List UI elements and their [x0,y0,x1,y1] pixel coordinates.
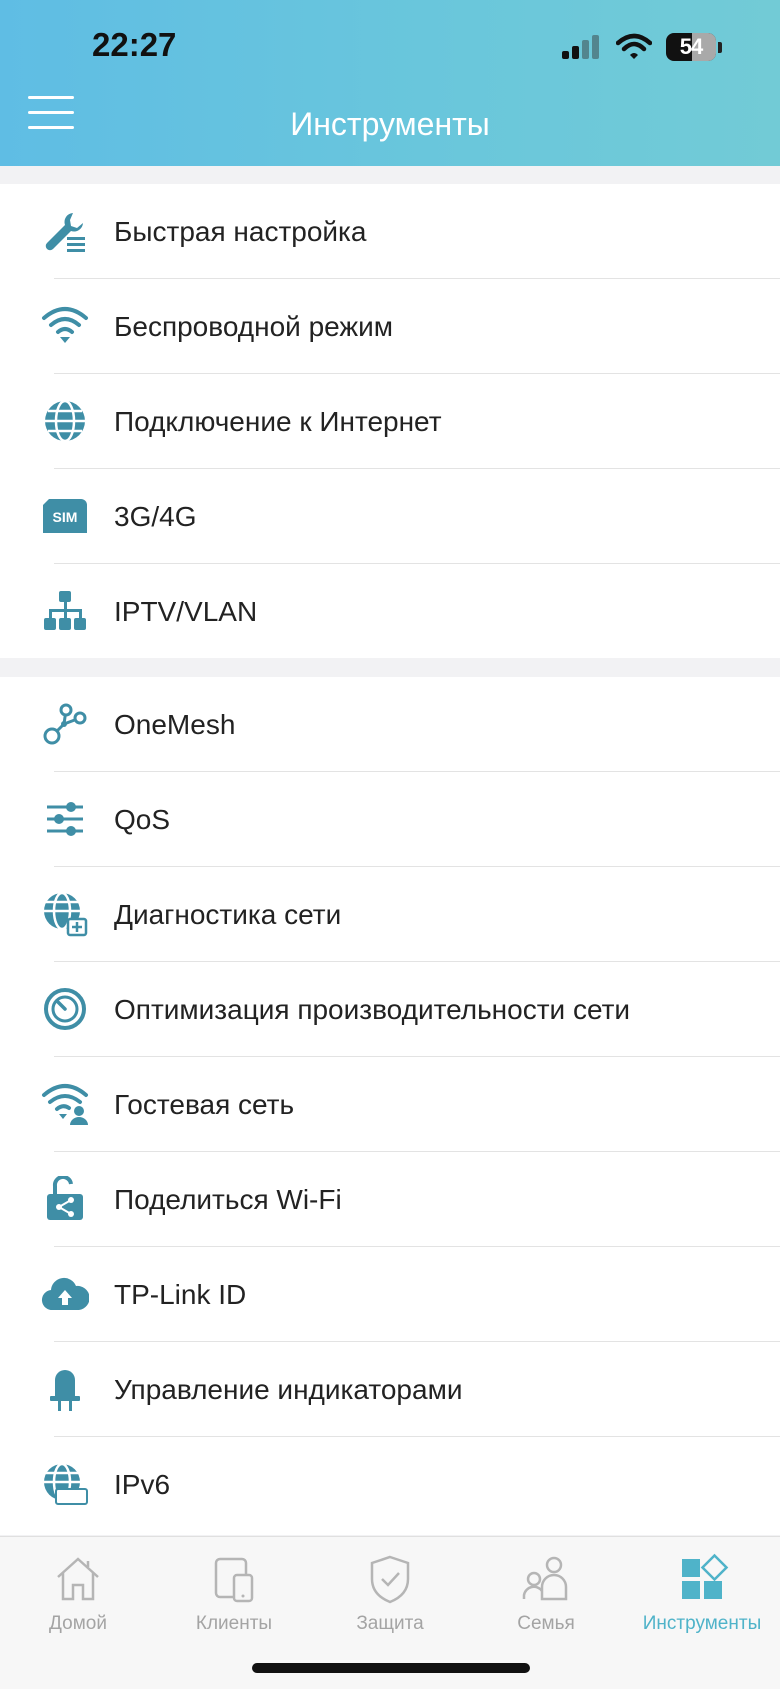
menu-item-diagnostics[interactable]: Диагностика сети [0,867,780,962]
menu-item-led-control[interactable]: Управление индикаторами [0,1342,780,1437]
menu-item-label: Подключение к Интернет [114,405,442,437]
wifi-icon [40,301,90,351]
wrench-settings-icon [40,206,90,256]
cellular-signal-icon [562,35,599,59]
sliders-icon [40,794,90,844]
network-tree-icon [40,586,90,636]
guest-wifi-icon [40,1079,90,1129]
tab-label: Семья [517,1613,575,1634]
status-time: 22:27 [92,26,177,63]
menu-item-onemesh[interactable]: OneMesh [0,677,780,772]
app-header: 22:27 54 Инструменты [0,0,780,166]
menu-item-share-wifi[interactable]: Поделиться Wi-Fi [0,1152,780,1247]
battery-icon: 54 [666,33,716,61]
settings-group-advanced: OneMesh QoS Диагностика сети Оптимизация… [0,677,780,1535]
sim-card-icon: SIM [40,491,90,541]
menu-item-label: Управление индикаторами [114,1373,463,1405]
menu-item-label: IPTV/VLAN [114,595,258,627]
tab-tools[interactable]: Инструменты [624,1551,780,1635]
menu-item-label: 3G/4G [114,500,197,532]
battery-level: 54 [679,34,704,59]
tab-home[interactable]: Домой [0,1551,156,1635]
devices-icon [214,1557,254,1603]
menu-item-label: Гостевая сеть [114,1088,295,1120]
globe-icon [40,396,90,446]
led-icon [40,1364,90,1414]
menu-item-label: TP-Link ID [114,1278,247,1310]
menu-item-label: QoS [114,803,171,835]
menu-item-label: Оптимизация производительности сети [114,993,631,1025]
tab-clients[interactable]: Клиенты [156,1551,312,1635]
cloud-upload-icon [40,1269,90,1319]
tab-label: Домой [49,1613,107,1634]
shield-icon [370,1555,410,1604]
tab-label: Защита [356,1613,424,1634]
menu-item-qos[interactable]: QoS [0,772,780,867]
tools-grid-icon [682,1553,729,1599]
svg-text:SIM: SIM [53,509,78,525]
tab-family[interactable]: Семья [468,1551,624,1635]
tab-label: Клиенты [195,1613,273,1634]
menu-item-3g4g[interactable]: SIM 3G/4G [0,469,780,564]
menu-item-label: Поделиться Wi-Fi [114,1183,342,1215]
globe-diagnostic-icon [40,889,90,939]
menu-item-label: Быстрая настройка [114,215,367,247]
menu-item-optimization[interactable]: Оптимизация производительности сети [0,962,780,1057]
settings-group-basic: Быстрая настройка Беспроводной режим Под… [0,184,780,658]
menu-item-guest-network[interactable]: Гостевая сеть [0,1057,780,1152]
page-title: Инструменты [290,106,490,142]
menu-item-label: Беспроводной режим [114,310,394,342]
menu-item-ipv6[interactable]: IPv6 [0,1437,780,1532]
share-lock-icon [40,1174,90,1224]
tab-label: Инструменты [642,1613,762,1634]
wifi-status-icon [616,33,652,59]
menu-item-wireless[interactable]: Беспроводной режим [0,279,780,374]
menu-item-label: Диагностика сети [114,898,342,930]
menu-item-internet[interactable]: Подключение к Интернет [0,374,780,469]
status-icons: 54 [562,30,722,64]
mesh-nodes-icon [40,699,90,749]
family-icon [522,1556,568,1601]
menu-item-label: IPv6 [114,1468,171,1500]
ipv6-globe-icon [40,1459,90,1509]
home-indicator[interactable] [252,1663,530,1673]
menu-item-tplink-id[interactable]: TP-Link ID [0,1247,780,1342]
home-icon [57,1557,99,1601]
gauge-icon [40,984,90,1034]
menu-item-iptv[interactable]: IPTV/VLAN [0,564,780,659]
tab-protection[interactable]: Защита [312,1551,468,1635]
menu-item-label: OneMesh [114,708,236,740]
menu-item-quick-setup[interactable]: Быстрая настройка [0,184,780,279]
